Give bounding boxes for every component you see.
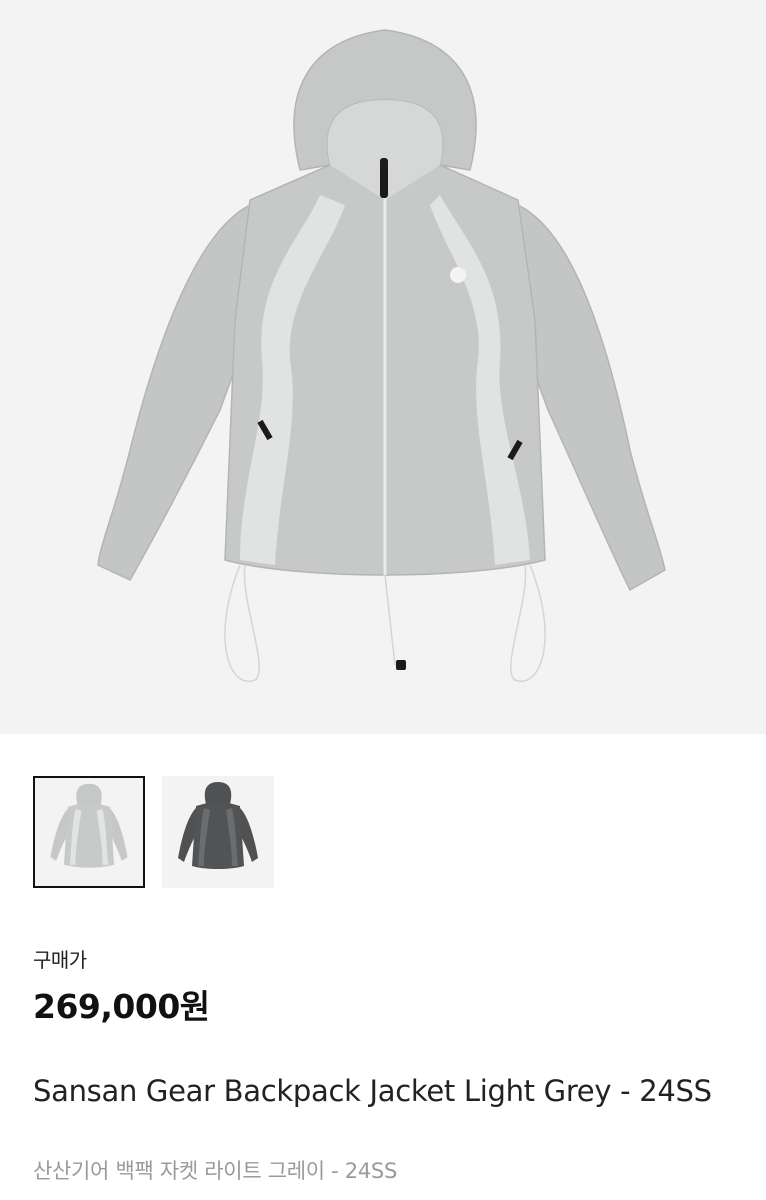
thumbnail-light-grey[interactable] [33,776,145,888]
jacket-illustration [97,29,666,683]
thumbnail-dark-grey[interactable] [162,776,274,888]
product-title: Sansan Gear Backpack Jacket Light Grey -… [33,1074,712,1108]
price-label: 구매가 [33,948,87,972]
thumbnail-list [33,776,274,888]
thumbnail-dark-grey-image [162,776,274,888]
product-subtitle: 산산기어 백팩 자켓 라이트 그레이 - 24SS [33,1159,397,1183]
thumbnail-light-grey-image [35,778,143,886]
price-value: 269,000원 [33,987,210,1026]
product-main-image[interactable] [0,0,766,734]
